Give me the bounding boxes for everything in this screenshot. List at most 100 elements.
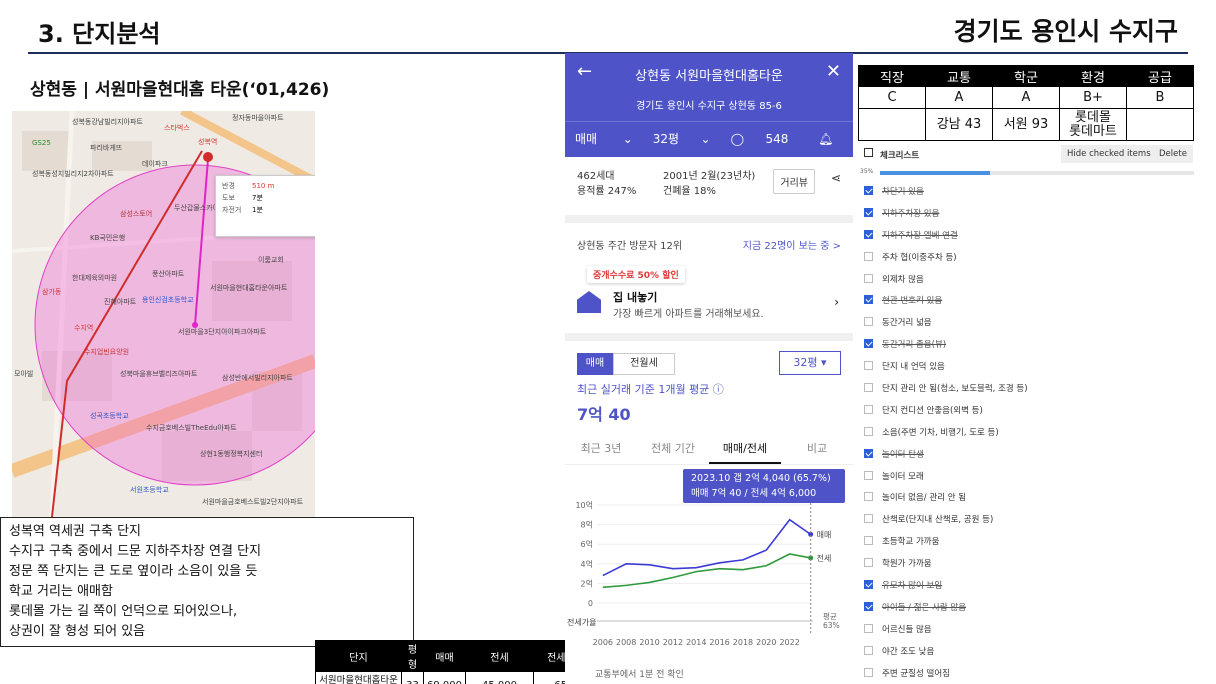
checklist-checkbox[interactable] (864, 514, 873, 524)
price-chart[interactable]: 2023.10 갭 2억 4,040 (65.7%) 매매 7억 40 / 전세… (565, 465, 853, 675)
cell-jeonse: 45,000 (465, 671, 534, 684)
y-tick-label: 0 (588, 599, 593, 608)
checklist-item[interactable]: 차단기 있음 (858, 180, 1194, 202)
checklist-checkbox[interactable] (864, 558, 873, 568)
slide: 3. 단지분석 경기도 용인시 수지구 상현동 | 서원마을현대홈 타운(‘01… (0, 0, 1216, 684)
checklist-item[interactable]: 주변 균질성 떨어짐 (858, 662, 1194, 684)
sell-promo[interactable]: 중개수수료 50% 할인 집 내놓기 가장 빠르게 아파트를 거래해보세요. › (565, 263, 853, 333)
checklist-item[interactable]: 학원가 가까움 (858, 552, 1194, 574)
grade-cell: C (858, 86, 926, 109)
checklist-checkbox[interactable] (864, 580, 873, 590)
progress-bar (880, 171, 1194, 175)
y-tick-label: 4억 (581, 559, 593, 569)
checklist-item[interactable]: 주차 협(이중주차 등) (858, 246, 1194, 268)
checklist-label: 지하주차장 있음 (882, 208, 940, 219)
checklist-item[interactable]: 놀이터 탄생 (858, 443, 1194, 465)
average-label: 최근 실거래 기준 1개월 평균 ⓘ (577, 383, 724, 396)
progress-percent: 35% (860, 168, 874, 175)
tab-recent-3y[interactable]: 최근 3년 (565, 433, 637, 464)
delete-button[interactable]: Delete (1153, 145, 1193, 163)
price-summary-table: 단지 평형 매매 전세 전세가율 서원마을현대홈타운 (‘01, 462) 33… (315, 640, 598, 684)
x-tick-label: 2010 (639, 638, 659, 647)
checklist-label: 아이들 / 젊은 사람 많음 (882, 602, 967, 613)
checklist-item[interactable]: 어르신들 많음 (858, 618, 1194, 640)
y-tick-label: 10억 (575, 500, 593, 510)
segment-sale[interactable]: 매매 (577, 353, 613, 375)
checklist-label: 소음(주변 기차, 비행기, 도로 등) (882, 427, 999, 438)
close-icon[interactable]: ✕ (314, 177, 315, 189)
checklist-checkbox[interactable] (864, 645, 873, 655)
house-icon (577, 291, 601, 313)
segment-rent[interactable]: 전월세 (613, 353, 675, 375)
close-icon[interactable]: ✕ (826, 61, 841, 82)
checklist-checkbox[interactable] (864, 186, 873, 195)
x-tick-label: 2022 (779, 638, 799, 647)
discount-badge: 중개수수료 50% 할인 (587, 266, 685, 283)
checklist-item[interactable]: 단지 관리 안 됨(청소, 보도블럭, 조경 등) (858, 377, 1194, 399)
checklist-item[interactable]: 현관 번호키 있음 (858, 289, 1194, 311)
checklist-checkbox[interactable] (864, 383, 873, 393)
col-header: 학군 (992, 65, 1060, 87)
promo-title: 집 내놓기 (613, 291, 658, 304)
checklist-checkbox[interactable] (864, 361, 873, 371)
street-view-button[interactable]: 거리뷰 (773, 169, 815, 194)
complex-name: 상현동 서원마을현대홈타운 (635, 69, 783, 84)
checklist-item[interactable]: 동간거리 좁음(뷰) (858, 333, 1194, 355)
checklist-item[interactable]: 단지 내 언덕 있음 (858, 355, 1194, 377)
checklist-item[interactable]: 동간거리 넓음 (858, 311, 1194, 333)
checklist-checkbox[interactable] (864, 492, 873, 502)
checklist-item[interactable]: 지하주차장 엘베 연결 (858, 224, 1194, 246)
comments-button[interactable]: ◯ 548 (721, 122, 799, 155)
checklist-item[interactable]: 야간 조도 낮음 (858, 640, 1194, 662)
size-select[interactable]: 32평 ⌄ (643, 122, 721, 155)
checklist-item[interactable]: 지하주차장 있음 (858, 202, 1194, 224)
tab-sale-jeonse[interactable]: 매매/전세 (709, 433, 781, 464)
location-map[interactable]: 성복동강남빌리지아파트 스타벅스 정자동마을아파트 GS25 파리바게뜨 데이파… (12, 111, 315, 517)
note-line: 성복역 역세권 구축 단지 (9, 524, 141, 539)
deal-type-select[interactable]: 매매 ⌄ (565, 122, 643, 155)
checklist-item[interactable]: 유모차 많이 보임 (858, 574, 1194, 596)
checklist-checkbox[interactable] (864, 623, 873, 633)
checklist-checkbox[interactable] (864, 207, 873, 217)
share-icon[interactable]: ⋖ (831, 171, 841, 185)
col-header: 교통 (925, 65, 993, 87)
tab-all[interactable]: 전체 기간 (637, 433, 709, 464)
visitor-bar[interactable]: 상현동 주간 방문자 12위 지금 22명이 보는 중 > (565, 223, 853, 263)
checklist-item[interactable]: 초등학교 가까움 (858, 530, 1194, 552)
map-label: 성복동강남빌리지아파트 (72, 118, 143, 126)
checklist-checkbox[interactable] (864, 273, 873, 283)
hide-checked-button[interactable]: Hide checked items (1061, 145, 1157, 163)
checklist-checkbox[interactable] (864, 229, 873, 239)
checklist-checkbox[interactable] (864, 426, 873, 436)
tab-compare[interactable]: 비교 (781, 433, 853, 464)
checklist-item[interactable]: 소음(주변 기차, 비행기, 도로 등) (858, 421, 1194, 443)
checklist-checkbox[interactable] (864, 470, 873, 480)
checklist-checkbox[interactable] (864, 448, 873, 458)
checklist-item[interactable]: 놀이터 없음/ 관리 안 됨 (858, 486, 1194, 508)
cell-complex: 서원마을현대홈타운 (‘01, 462) (315, 671, 402, 684)
checklist-item[interactable]: 놀이터 모래 (858, 465, 1194, 487)
checklist-item[interactable]: 단지 컨디션 안좋음(외벽 등) (858, 399, 1194, 421)
checklist-checkbox[interactable] (864, 295, 873, 305)
checklist-item[interactable]: 아이들 / 젊은 사람 많음 (858, 596, 1194, 618)
checklist-checkbox[interactable] (864, 601, 873, 611)
size-dropdown[interactable]: 32평 ▾ (779, 351, 841, 375)
checklist-checkbox[interactable] (864, 667, 873, 677)
checklist-checkbox[interactable] (864, 251, 873, 261)
notification-bell-icon[interactable]: 🔔︎ (798, 122, 853, 155)
map-label: 파리바게뜨 (90, 144, 123, 152)
checklist-item[interactable]: 외제차 많음 (858, 268, 1194, 290)
map-label: 서원마을3단지아이파크아파트 (178, 328, 267, 336)
viewers-now[interactable]: 지금 22명이 보는 중 > (743, 237, 841, 252)
checklist-checkbox[interactable] (864, 317, 873, 327)
built-date: 2001년 2월(23년차) (663, 171, 756, 182)
checklist-item[interactable]: 산책로(단지내 산책로, 공원 등) (858, 508, 1194, 530)
checklist-checkbox[interactable] (864, 404, 873, 414)
filter-bar: 매매 ⌄ 32평 ⌄ ◯ 548 🔔︎ (565, 121, 853, 155)
app-header: ← 상현동 서원마을현대홈타운 ✕ 경기도 용인시 수지구 상현동 85-6 매… (565, 53, 853, 215)
checklist-label: 유모차 많이 보임 (882, 581, 943, 592)
period-tabs: 최근 3년 전체 기간 매매/전세 비교 (565, 433, 853, 465)
checklist-checkbox[interactable] (864, 339, 873, 349)
checklist-checkbox[interactable] (864, 536, 873, 546)
map-label: 용인신검초등학교 (142, 296, 194, 304)
